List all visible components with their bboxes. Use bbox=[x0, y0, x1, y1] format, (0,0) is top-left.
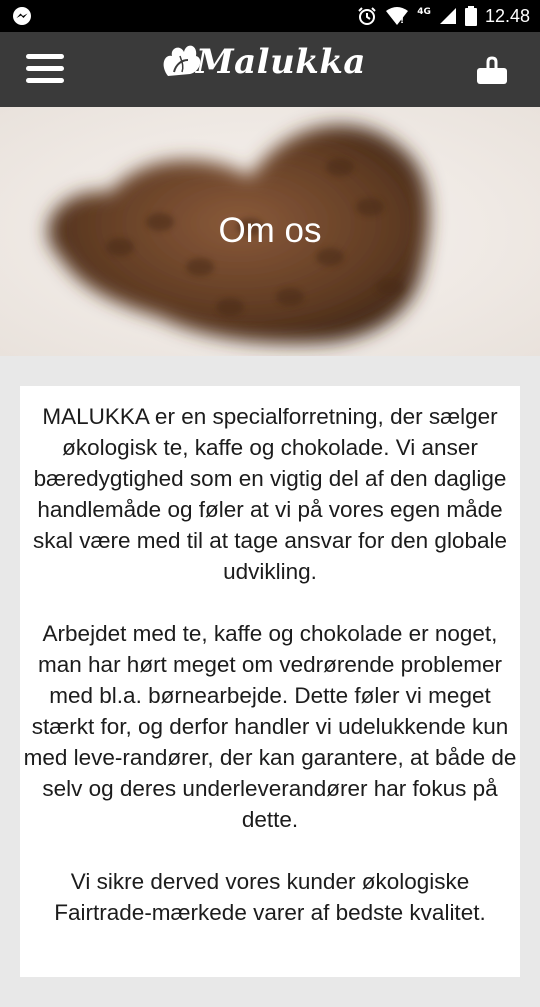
brand-name: Malukka bbox=[196, 42, 366, 82]
shopping-basket-icon[interactable] bbox=[474, 54, 510, 88]
status-bar: ! 4G 12.48 bbox=[0, 0, 540, 32]
svg-text:!: ! bbox=[400, 16, 404, 26]
battery-icon bbox=[464, 6, 477, 26]
hamburger-menu-icon[interactable] bbox=[26, 54, 64, 86]
app-header: Malukka bbox=[0, 32, 540, 107]
about-paragraph: MALUKKA er en specialforretning, der sæl… bbox=[32, 404, 507, 584]
messenger-icon bbox=[13, 7, 31, 25]
status-time: 12.48 bbox=[484, 5, 530, 26]
about-card: MALUKKA er en specialforretning, der sæl… bbox=[20, 386, 520, 977]
signal-icon bbox=[439, 8, 456, 24]
network-type-label: 4G bbox=[417, 7, 431, 17]
about-paragraph: Arbejdet med te, kaffe og chokolade er n… bbox=[23, 621, 517, 832]
brand-logo[interactable]: Malukka bbox=[160, 36, 385, 104]
page-title: Om os bbox=[218, 211, 322, 250]
about-paragraph: Vi sikre derved vores kunder økologiske … bbox=[54, 869, 486, 925]
wifi-icon: ! bbox=[386, 7, 409, 26]
alarm-icon bbox=[358, 7, 377, 25]
hero-banner: Om os bbox=[0, 107, 540, 356]
